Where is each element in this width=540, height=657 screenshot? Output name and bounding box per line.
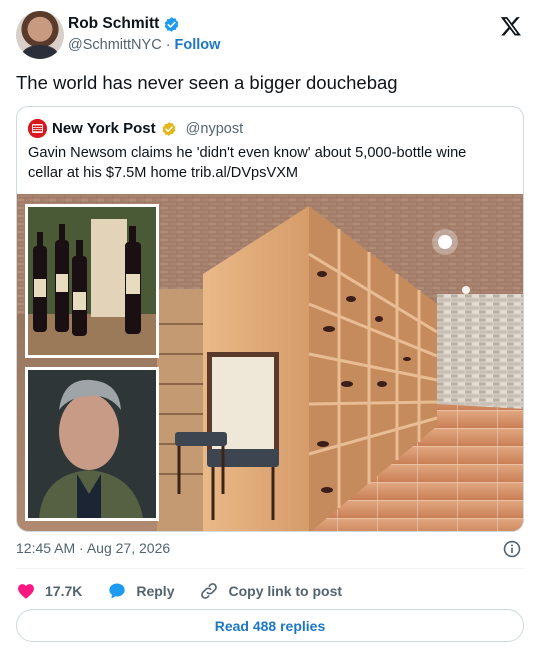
tweet-text: The world has never seen a bigger douche… <box>16 72 398 93</box>
x-logo-icon[interactable] <box>500 15 522 37</box>
quoted-tweet[interactable]: New York Post @nypost Gavin Newsom claim… <box>16 106 524 532</box>
wine-cellar-photo <box>17 194 523 531</box>
action-bar: 17.7K Reply Copy link to post <box>16 580 367 602</box>
quoted-text: Gavin Newsom claims he 'didn't even know… <box>28 145 467 181</box>
copy-link-button[interactable]: Copy link to post <box>199 581 342 601</box>
nypost-logo-icon <box>28 119 47 138</box>
author-name[interactable]: Rob Schmitt <box>68 15 159 33</box>
reply-label: Reply <box>136 583 175 599</box>
like-button[interactable]: 17.7K <box>16 581 82 601</box>
nypost-logo <box>28 119 47 138</box>
quoted-author-name: New York Post <box>52 120 156 137</box>
quoted-media-image[interactable] <box>17 194 523 531</box>
copy-link-label: Copy link to post <box>228 583 343 599</box>
link-icon <box>201 583 218 599</box>
quoted-author-handle: @nypost <box>185 120 244 137</box>
info-icon[interactable] <box>503 540 521 558</box>
reply-button[interactable]: Reply <box>107 581 174 601</box>
gold-verified-badge-icon <box>162 121 176 136</box>
avatar[interactable] <box>16 11 64 59</box>
timestamp-separator: · <box>79 540 84 556</box>
follow-button[interactable]: Follow <box>175 37 221 53</box>
author-handle-row: @SchmittNYC · Follow <box>68 37 220 53</box>
tweet-header: Rob Schmitt @SchmittNYC · Follow <box>16 11 524 61</box>
heart-icon <box>18 584 34 599</box>
tweet-time[interactable]: 12:45 AM <box>16 540 75 556</box>
quoted-header: New York Post @nypost <box>28 119 243 138</box>
separator-dot: · <box>165 37 171 53</box>
tweet-timestamp[interactable]: 12:45 AM · Aug 27, 2026 <box>16 540 170 556</box>
divider <box>16 568 524 569</box>
reply-bubble-icon <box>109 583 126 599</box>
like-count: 17.7K <box>45 583 83 599</box>
read-replies-button[interactable]: Read 488 replies <box>16 609 524 642</box>
author-name-row: Rob Schmitt <box>68 15 180 33</box>
author-handle[interactable]: @SchmittNYC <box>68 37 162 53</box>
tweet-date[interactable]: Aug 27, 2026 <box>87 540 170 556</box>
verified-badge-icon <box>164 16 179 32</box>
